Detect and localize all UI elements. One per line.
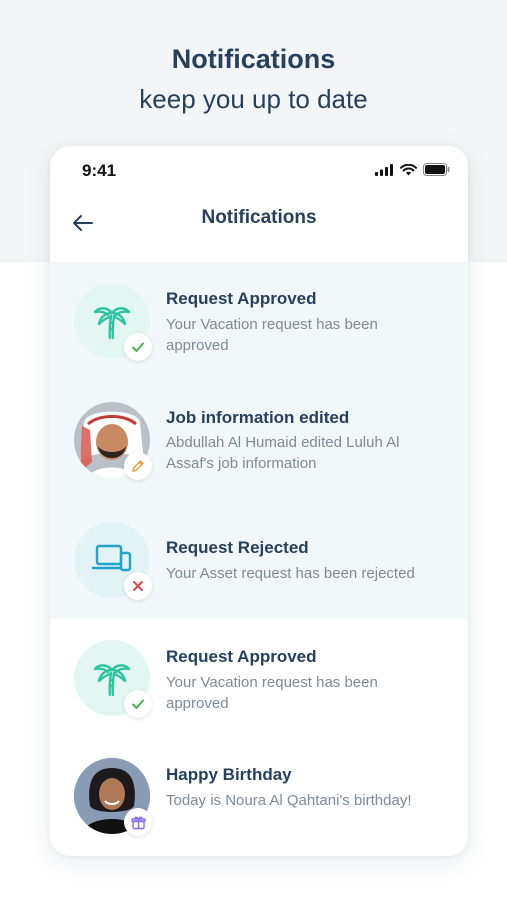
notification-list: Request Approved Your Vacation request h… (50, 262, 468, 856)
notification-body: Abdullah Al Humaid edited Luluh Al Assaf… (166, 434, 400, 472)
status-icons (375, 163, 450, 181)
notification-body: Your Vacation request has been approved (166, 316, 378, 354)
pencil-icon (132, 460, 144, 472)
notification-avatar (74, 283, 152, 361)
status-bar: 9:41 (50, 146, 468, 194)
notification-body: Today is Noura Al Qahtani's birthday! (166, 792, 412, 809)
notification-item[interactable]: Request Approved Your Vacation request h… (50, 262, 468, 381)
promo-subtitle: keep you up to date (139, 84, 368, 114)
promo-title: Notifications (171, 44, 336, 74)
notification-item[interactable]: Request Approved Your Vacation request h… (50, 619, 468, 737)
wifi-icon (400, 163, 417, 181)
notification-body: Your Vacation request has been approved (166, 674, 378, 712)
notification-item[interactable]: Job information edited Abdullah Al Humai… (50, 381, 468, 501)
notification-title: Job information edited (166, 408, 350, 427)
notification-body: Your Asset request has been rejected (166, 565, 415, 582)
notification-item[interactable]: Request Rejected Your Asset request has … (50, 501, 468, 619)
phone-screen: 9:41 Notifications Request Approved Your… (50, 146, 468, 856)
notification-avatar (74, 758, 152, 836)
status-badge (124, 572, 152, 600)
notification-title: Happy Birthday (166, 765, 292, 784)
notification-avatar (74, 640, 152, 718)
gift-icon (130, 816, 146, 829)
notification-title: Request Approved (166, 647, 317, 666)
notification-title: Request Rejected (166, 538, 309, 557)
status-badge (124, 333, 152, 361)
notification-item[interactable]: Happy Birthday Today is Noura Al Qahtani… (50, 737, 468, 856)
notification-avatar (74, 522, 152, 600)
status-badge (124, 808, 152, 836)
close-icon (133, 581, 143, 591)
notification-avatar (74, 402, 152, 480)
notification-title: Request Approved (166, 289, 317, 308)
battery-icon (423, 163, 450, 181)
check-icon (132, 342, 144, 352)
check-icon (132, 699, 144, 709)
cellular-signal-icon (375, 163, 394, 181)
status-badge (124, 452, 152, 480)
nav-title: Notifications (201, 207, 317, 228)
nav-bar: Notifications (50, 194, 468, 262)
status-badge (124, 690, 152, 718)
status-time: 9:41 (82, 161, 117, 180)
